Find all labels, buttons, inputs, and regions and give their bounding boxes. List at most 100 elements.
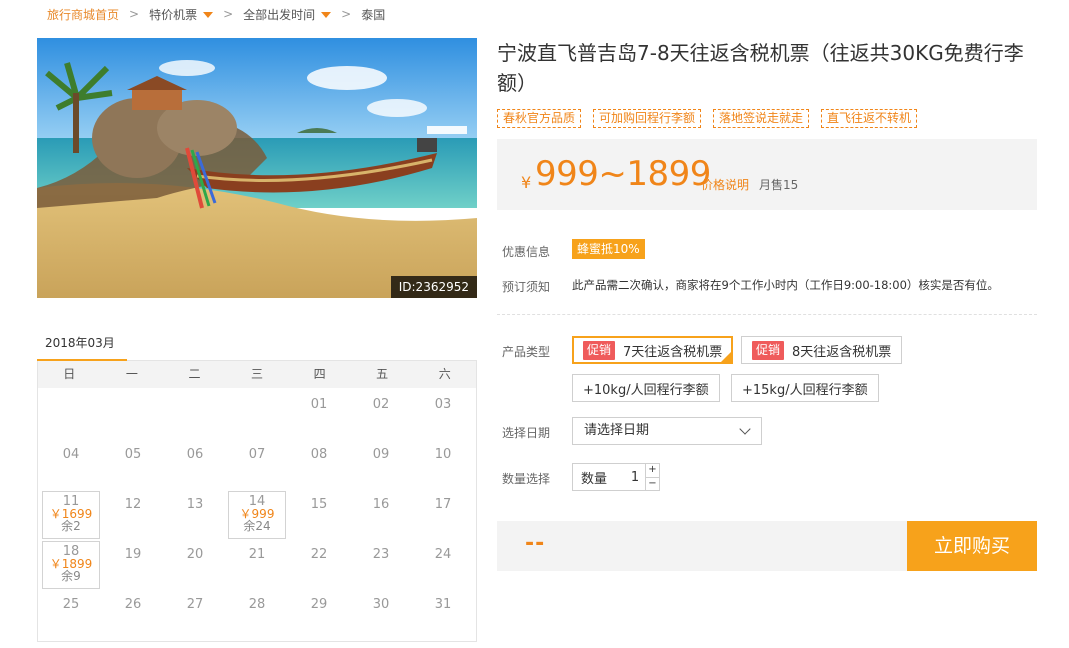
breadcrumb-home-link[interactable]: 旅行商城首页 <box>47 6 119 23</box>
currency-symbol: ¥ <box>521 173 532 192</box>
product-title: 宁波直飞普吉岛7-8天往返含税机票（往返共30KG免费行李额） <box>497 41 1024 95</box>
calendar-grid: 01 02 03 04 05 06 07 08 09 10 11 ￥1699 余2 12 13 14 ￥999 余… <box>38 390 476 640</box>
calendar-day: 26 <box>124 597 142 612</box>
select-date-label: 选择日期 <box>502 426 551 440</box>
breadcrumb-item-label: 特价机票 <box>149 7 198 22</box>
chevron-right-icon: > <box>341 7 352 21</box>
calendar-day: 16 <box>372 497 390 512</box>
quantity-input[interactable]: 1 <box>623 470 647 485</box>
breadcrumb: 旅行商城首页 > 特价机票 > 全部出发时间 > 泰国 <box>47 5 385 23</box>
calendar-day: 22 <box>310 547 328 562</box>
option-label: 7天往返含税机票 <box>623 344 723 360</box>
quantity-buttons: + − <box>645 464 659 490</box>
monthly-sales: 月售15 <box>759 178 799 192</box>
calendar-day: 31 <box>434 597 452 612</box>
breadcrumb-flight-deals[interactable]: 特价机票 <box>149 6 214 23</box>
calendar-empty-cell <box>102 390 164 440</box>
weekday-label: 一 <box>125 367 138 381</box>
option-label: 8天往返含税机票 <box>792 344 892 360</box>
calendar-day: 08 <box>310 447 328 462</box>
calendar-day: 15 <box>310 497 328 512</box>
option-8-day-ticket[interactable]: 促销 8天往返含税机票 <box>741 336 903 364</box>
quantity-decrement-button[interactable]: − <box>646 477 659 490</box>
calendar-day: 24 <box>434 547 452 562</box>
product-type-label: 产品类型 <box>502 345 551 359</box>
breadcrumb-departure-time[interactable]: 全部出发时间 <box>243 6 332 23</box>
breadcrumb-item-label: 全部出发时间 <box>243 7 316 22</box>
day-stock: 余9 <box>61 569 81 583</box>
buy-now-button[interactable]: 立即购买 <box>907 521 1037 571</box>
calendar-month-tab[interactable]: 2018年03月 <box>37 327 127 361</box>
option-baggage-10kg[interactable]: +10kg/人回程行李额 <box>572 374 720 402</box>
chevron-down-icon <box>739 423 751 435</box>
calendar-empty-cell <box>226 390 288 440</box>
weekday-label: 二 <box>188 367 201 381</box>
calendar-day: 28 <box>248 597 266 612</box>
calendar-day-available[interactable]: 14 ￥999 余24 <box>228 491 286 539</box>
section-divider <box>497 314 1037 315</box>
promo-info-label: 优惠信息 <box>502 245 551 259</box>
calendar-day: 23 <box>372 547 390 562</box>
calendar-weekday-header: 日 一 二 三 四 五 六 <box>38 361 476 388</box>
weekday-label: 日 <box>63 367 76 381</box>
calendar-day: 21 <box>248 547 266 562</box>
calendar-day: 09 <box>372 447 390 462</box>
day-stock: 余24 <box>243 519 271 533</box>
caret-down-icon <box>321 12 332 18</box>
calendar-day: 03 <box>434 397 452 412</box>
promo-tag: 促销 <box>583 340 616 360</box>
calendar-day: 07 <box>248 447 266 462</box>
weekday-label: 四 <box>313 367 326 381</box>
caret-down-icon <box>203 12 214 18</box>
quantity-stepper: 数量 1 + − <box>572 463 660 491</box>
product-tag: 落地签说走就走 <box>713 109 810 128</box>
calendar-day: 25 <box>62 597 80 612</box>
product-tag: 春秋官方品质 <box>497 109 582 128</box>
total-price: -- <box>525 531 546 556</box>
price-panel: ¥ 999~1899 价格说明 月售15 <box>497 139 1037 210</box>
promo-badge: 蜂蜜抵10% <box>572 239 645 259</box>
product-image: ID:2362952 <box>37 38 477 298</box>
calendar-day: 13 <box>186 497 204 512</box>
calendar-day: 30 <box>372 597 390 612</box>
purchase-bar: -- 立即购买 <box>497 521 1037 571</box>
chevron-right-icon: > <box>223 7 234 21</box>
calendar-day: 12 <box>124 497 142 512</box>
calendar-empty-cell <box>40 390 102 440</box>
image-id-label: ID:2362952 <box>390 276 477 298</box>
calendar-empty-cell <box>164 390 226 440</box>
product-tag: 直飞往返不转机 <box>821 109 918 128</box>
promo-tag: 促销 <box>752 340 785 360</box>
calendar-day: 19 <box>124 547 142 562</box>
calendar-day: 20 <box>186 547 204 562</box>
price-explanation-link[interactable]: 价格说明 <box>701 176 749 193</box>
calendar-day-available[interactable]: 11 ￥1699 余2 <box>42 491 100 539</box>
calendar: 日 一 二 三 四 五 六 01 02 03 04 05 06 07 08 09 10 11 ￥169… <box>37 361 477 642</box>
calendar-day: 02 <box>372 397 390 412</box>
option-baggage-15kg[interactable]: +15kg/人回程行李额 <box>731 374 879 402</box>
calendar-day: 04 <box>62 447 80 462</box>
weekday-label: 五 <box>376 367 389 381</box>
product-tags: 春秋官方品质 可加购回程行李额 落地签说走就走 直飞往返不转机 <box>497 109 918 128</box>
breadcrumb-destination[interactable]: 泰国 <box>361 6 385 23</box>
weekday-label: 六 <box>438 367 451 381</box>
calendar-day-available[interactable]: 18 ￥1899 余9 <box>42 541 100 589</box>
price-range: 999~1899 <box>535 154 711 194</box>
calendar-day: 01 <box>310 397 328 412</box>
calendar-day: 05 <box>124 447 142 462</box>
quantity-label: 数量选择 <box>502 472 551 486</box>
calendar-day: 10 <box>434 447 452 462</box>
date-select[interactable]: 请选择日期 <box>572 417 762 445</box>
calendar-day: 06 <box>186 447 204 462</box>
date-select-value: 请选择日期 <box>584 423 650 438</box>
calendar-day: 27 <box>186 597 204 612</box>
booking-notice-text: 此产品需二次确认，商家将在9个工作小时内（工作日9:00-18:00）核实是否有… <box>572 278 999 292</box>
option-7-day-ticket[interactable]: 促销 7天往返含税机票 <box>572 336 734 364</box>
chevron-right-icon: > <box>129 7 140 21</box>
calendar-day: 17 <box>434 497 452 512</box>
quantity-increment-button[interactable]: + <box>646 464 659 477</box>
day-stock: 余2 <box>61 519 81 533</box>
beach-longtail-boat-image <box>37 38 477 298</box>
calendar-day: 29 <box>310 597 328 612</box>
weekday-label: 三 <box>251 367 264 381</box>
